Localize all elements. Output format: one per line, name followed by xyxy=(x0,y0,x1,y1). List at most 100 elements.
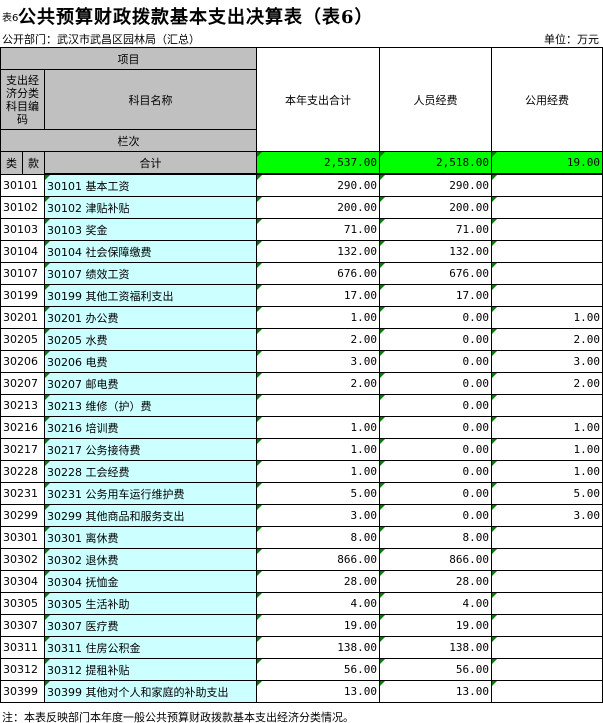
row-code: 30311 xyxy=(0,636,45,659)
row-total: 138.00 xyxy=(256,636,380,659)
table-row: 30312 30312 提租补贴 56.00 56.00 xyxy=(0,658,603,681)
row-code: 30301 xyxy=(0,526,45,549)
expenditure-table: 项目 本年支出合计 人员经费 公用经费 支出经济分类科目编码 科目名称 栏次 1… xyxy=(0,47,603,703)
row-code: 30299 xyxy=(0,504,45,527)
row-public xyxy=(491,548,603,571)
row-subject-name: 30302 退休费 xyxy=(44,548,257,571)
row-subject-name: 30217 公务接待费 xyxy=(44,438,257,461)
row-personnel: 0.00 xyxy=(379,350,492,373)
table-row: 30305 30305 生活补助 4.00 4.00 xyxy=(0,592,603,615)
row-personnel: 0.00 xyxy=(379,306,492,329)
row-total: 5.00 xyxy=(256,482,380,505)
row-public xyxy=(491,592,603,615)
row-code: 30206 xyxy=(0,350,45,373)
row-total: 19.00 xyxy=(256,614,380,637)
department-label: 公开部门：武汉市武昌区园林局（汇总） xyxy=(2,33,200,46)
row-public: 1.00 xyxy=(491,306,603,329)
row-total: 3.00 xyxy=(256,350,380,373)
row-personnel: 0.00 xyxy=(379,416,492,439)
table-row: 30107 30107 绩效工资 676.00 676.00 xyxy=(0,262,603,285)
lei-header: 类 xyxy=(0,151,23,175)
row-total: 4.00 xyxy=(256,592,380,615)
total-row-personnel: 2,518.00 xyxy=(379,151,492,174)
row-code: 30228 xyxy=(0,460,45,483)
row-total: 71.00 xyxy=(256,218,380,241)
meta-bar: 公开部门：武汉市武昌区园林局（汇总） 单位：万元 xyxy=(0,30,603,46)
row-total: 17.00 xyxy=(256,284,380,307)
table-row: 30302 30302 退休费 866.00 866.00 xyxy=(0,548,603,571)
total-row-public: 19.00 xyxy=(491,151,603,174)
subject-name-header: 科目名称 xyxy=(44,69,257,130)
row-personnel: 0.00 xyxy=(379,438,492,461)
table-row: 30231 30231 公务用车运行维护费 5.00 0.00 5.00 xyxy=(0,482,603,505)
row-public xyxy=(491,240,603,263)
row-subject-name: 30201 办公费 xyxy=(44,306,257,329)
row-public xyxy=(491,196,603,219)
row-subject-name: 30228 工会经费 xyxy=(44,460,257,483)
row-code: 30213 xyxy=(0,394,45,417)
row-code: 30103 xyxy=(0,218,45,241)
row-total: 1.00 xyxy=(256,460,380,483)
row-total: 1.00 xyxy=(256,416,380,439)
row-code: 30302 xyxy=(0,548,45,571)
total-row-label: 合计 xyxy=(44,151,257,174)
row-personnel: 138.00 xyxy=(379,636,492,659)
row-public xyxy=(491,526,603,549)
row-personnel: 71.00 xyxy=(379,218,492,241)
row-subject-name: 30207 邮电费 xyxy=(44,372,257,395)
row-public: 1.00 xyxy=(491,416,603,439)
row-public: 2.00 xyxy=(491,328,603,351)
row-personnel: 0.00 xyxy=(379,504,492,527)
row-personnel: 290.00 xyxy=(379,174,492,197)
row-personnel: 866.00 xyxy=(379,548,492,571)
row-subject-name: 30311 住房公积金 xyxy=(44,636,257,659)
row-total: 2.00 xyxy=(256,328,380,351)
row-personnel: 56.00 xyxy=(379,658,492,681)
table-row: 30217 30217 公务接待费 1.00 0.00 1.00 xyxy=(0,438,603,461)
row-subject-name: 30299 其他商品和服务支出 xyxy=(44,504,257,527)
row-personnel: 0.00 xyxy=(379,482,492,505)
table-row: 30199 30199 其他工资福利支出 17.00 17.00 xyxy=(0,284,603,307)
kuan-header: 款 xyxy=(22,151,45,175)
row-public xyxy=(491,284,603,307)
row-total: 3.00 xyxy=(256,504,380,527)
table-row: 30104 30104 社会保障缴费 132.00 132.00 xyxy=(0,240,603,263)
table-row: 30201 30201 办公费 1.00 0.00 1.00 xyxy=(0,306,603,329)
total-column-header: 本年支出合计 xyxy=(256,47,380,152)
row-subject-name: 30104 社会保障缴费 xyxy=(44,240,257,263)
row-public xyxy=(491,680,603,703)
table-row: 30299 30299 其他商品和服务支出 3.00 0.00 3.00 xyxy=(0,504,603,527)
row-code: 30104 xyxy=(0,240,45,263)
row-personnel: 28.00 xyxy=(379,570,492,593)
row-public: 1.00 xyxy=(491,438,603,461)
row-code: 30312 xyxy=(0,658,45,681)
row-code: 30217 xyxy=(0,438,45,461)
row-personnel: 8.00 xyxy=(379,526,492,549)
table-row: 30207 30207 邮电费 2.00 0.00 2.00 xyxy=(0,372,603,395)
row-subject-name: 30103 奖金 xyxy=(44,218,257,241)
row-subject-name: 30307 医疗费 xyxy=(44,614,257,637)
row-code: 30305 xyxy=(0,592,45,615)
row-subject-name: 30205 水费 xyxy=(44,328,257,351)
row-total: 132.00 xyxy=(256,240,380,263)
table-row: 30304 30304 抚恤金 28.00 28.00 xyxy=(0,570,603,593)
public-column-header: 公用经费 xyxy=(491,47,603,152)
table-row: 30311 30311 住房公积金 138.00 138.00 xyxy=(0,636,603,659)
row-personnel: 0.00 xyxy=(379,460,492,483)
econ-code-header: 支出经济分类科目编码 xyxy=(0,69,45,130)
table-row: 30103 30103 奖金 71.00 71.00 xyxy=(0,218,603,241)
row-subject-name: 30304 抚恤金 xyxy=(44,570,257,593)
row-public: 5.00 xyxy=(491,482,603,505)
row-total: 56.00 xyxy=(256,658,380,681)
row-personnel: 132.00 xyxy=(379,240,492,263)
row-code: 30107 xyxy=(0,262,45,285)
row-total: 13.00 xyxy=(256,680,380,703)
row-public: 3.00 xyxy=(491,350,603,373)
row-personnel: 19.00 xyxy=(379,614,492,637)
row-personnel: 200.00 xyxy=(379,196,492,219)
row-subject-name: 30102 津贴补贴 xyxy=(44,196,257,219)
row-personnel: 0.00 xyxy=(379,394,492,417)
table-row: 30101 30101 基本工资 290.00 290.00 xyxy=(0,174,603,197)
row-personnel: 676.00 xyxy=(379,262,492,285)
row-subject-name: 30231 公务用车运行维护费 xyxy=(44,482,257,505)
